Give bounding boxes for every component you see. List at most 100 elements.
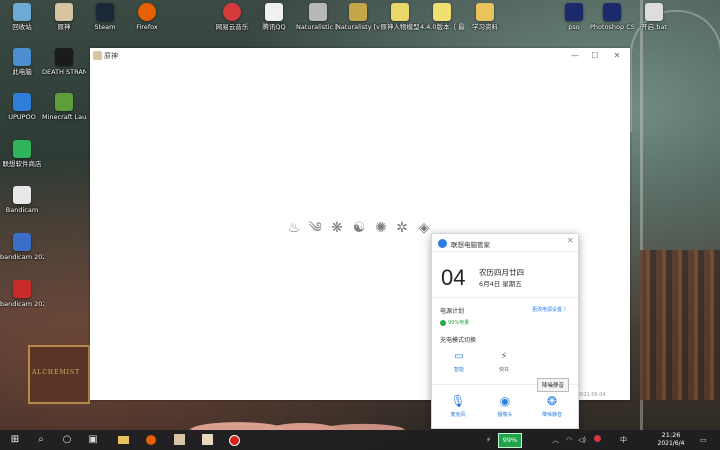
- firefox-icon: [146, 435, 156, 445]
- lenovo-logo-icon: [438, 239, 447, 248]
- power-plug-icon[interactable]: ⚡: [486, 434, 491, 446]
- microphone-toggle[interactable]: 🎙 麦克风: [442, 394, 474, 418]
- cryo-icon: ✲: [396, 220, 408, 236]
- tool-label: 麦克风: [450, 412, 466, 418]
- desktop-icon-lenovo-store[interactable]: 联想软件商店: [0, 140, 44, 168]
- video-file-icon: [13, 233, 31, 251]
- battery-level: 99%电量: [448, 320, 470, 326]
- ime-indicator[interactable]: 中: [620, 434, 627, 446]
- desktop-icon-bandicam-video-1[interactable]: bandicam 2021-06-0...: [0, 233, 44, 261]
- desktop-icon-naturalisty[interactable]: Naturalisty [v2.1.2]: [336, 3, 380, 31]
- search-button[interactable]: ⌕: [34, 433, 48, 447]
- desktop-icon-bat[interactable]: 开启.bat: [632, 3, 676, 31]
- close-button[interactable]: ✕: [610, 50, 624, 62]
- steam-icon: [96, 3, 114, 21]
- recycle-bin-icon: [13, 3, 31, 21]
- divider: [432, 251, 578, 252]
- wallpaper-hands: [160, 400, 420, 430]
- store-icon: [13, 140, 31, 158]
- geo-icon: ◈: [418, 220, 430, 236]
- tray-app-icon[interactable]: [594, 434, 601, 446]
- folder-icon: [349, 3, 367, 21]
- folder-icon: [476, 3, 494, 21]
- battery-status: 99%电量: [440, 319, 469, 326]
- minecraft-icon: [55, 93, 73, 111]
- photoshop-icon: [565, 3, 583, 21]
- hydro-icon: ༄: [308, 220, 322, 236]
- tool-label: 摄像头: [497, 412, 513, 418]
- wifi-icon[interactable]: ◠: [566, 434, 572, 446]
- desktop-icon-version-folder[interactable]: 4.4.0版本（ 最新）: [420, 3, 464, 31]
- computer-icon: [13, 48, 31, 66]
- lenovo-pc-manager-popup[interactable]: 联想电脑管家 ✕ 04 农历四月廿四 6月4日 星期五 电源计划 更改电源设置 …: [431, 233, 579, 429]
- window-titlebar[interactable]: 原神 — ☐ ✕: [90, 48, 630, 64]
- record-icon: [228, 435, 240, 446]
- volume-icon[interactable]: ◁): [578, 434, 586, 446]
- desktop-icon-photoshop[interactable]: Photoshop CS6: [590, 3, 634, 31]
- power-settings-link[interactable]: 更改电源设置 〉: [532, 306, 569, 313]
- weekday-date: 6月4日 星期五: [479, 280, 522, 288]
- taskbar-app-genshin[interactable]: [172, 433, 186, 447]
- desktop-icon-recycle-bin[interactable]: 回收站: [0, 3, 44, 31]
- desktop: ALCHEMIST 回收站 此电脑 UPUPOO 联想软件商店 Bandicam…: [0, 0, 720, 450]
- folder-icon: [391, 3, 409, 21]
- desktop-icon-death-stranding[interactable]: DEATH STRANDING: [42, 48, 86, 76]
- maximize-button[interactable]: ☐: [588, 50, 602, 62]
- pyro-icon: ♨: [287, 220, 301, 236]
- upupoo-icon: [13, 93, 31, 111]
- taskbar-clock[interactable]: 21:26 2021/6/4: [651, 431, 691, 448]
- desktop-icon-upupoo[interactable]: UPUPOO: [0, 93, 44, 121]
- day-number: 04: [441, 265, 466, 290]
- clock-date: 2021/6/4: [657, 440, 685, 447]
- task-view-button[interactable]: ▣: [86, 433, 100, 447]
- taskbar-app-firefox[interactable]: [144, 433, 158, 447]
- window-title: 原神: [104, 52, 118, 60]
- folder-icon: [117, 436, 129, 444]
- video-file-icon: [13, 280, 31, 298]
- microphone-icon: 🎙: [450, 394, 466, 408]
- noise-reduction-toggle[interactable]: ❂ 降噪静音: [536, 394, 568, 418]
- desktop-icon-steam[interactable]: Steam: [83, 3, 127, 31]
- popup-close-button[interactable]: ✕: [567, 236, 574, 245]
- notification-center-button[interactable]: ▭: [700, 434, 707, 446]
- tool-label: 降噪静音: [541, 412, 562, 418]
- genshin-icon: [201, 434, 213, 445]
- charge-mode-fast[interactable]: ⚡ 快充: [489, 351, 519, 373]
- desktop-icon-bandicam-video-2[interactable]: bandicam 2021-06-0...: [0, 280, 44, 308]
- desktop-icon-this-pc[interactable]: 此电脑: [0, 48, 44, 76]
- taskbar-app-bandicam[interactable]: [227, 433, 241, 447]
- genshin-app-icon: [93, 51, 102, 60]
- taskbar-app-genshin-2[interactable]: [200, 433, 214, 447]
- netease-music-icon: [223, 3, 241, 21]
- battery-fast-icon: ⚡: [500, 351, 508, 362]
- battery-dot-icon: [440, 319, 446, 326]
- desktop-icon-netease-music[interactable]: 网易云音乐: [210, 3, 254, 31]
- desktop-icon-naturalistic-zip[interactable]: Naturalistic [v2.1.0].zip: [296, 3, 340, 31]
- show-hidden-icons-button[interactable]: ︿: [552, 434, 559, 446]
- desktop-icon-study[interactable]: 学习资料: [463, 3, 507, 31]
- desktop-icon-qq[interactable]: 腾讯QQ: [252, 3, 296, 31]
- battery-badge[interactable]: 99%: [498, 433, 522, 448]
- desktop-icon-genshin[interactable]: 原神: [42, 3, 86, 31]
- clock-time: 21:26: [661, 431, 681, 439]
- taskbar-app-explorer[interactable]: [116, 433, 130, 447]
- minimize-button[interactable]: —: [568, 50, 582, 62]
- taskbar: ⊞ ⌕ ○ ▣ ⚡ 99% ︿ ◠ ◁) 中 21:26 2021/6/4 ▭: [0, 430, 720, 450]
- camera-icon: ◉: [499, 394, 511, 408]
- tooltip: 降噪静音: [537, 378, 570, 392]
- window-corner-text: 2021.06.04: [577, 392, 606, 398]
- zip-file-icon: [309, 3, 327, 21]
- cortana-button[interactable]: ○: [60, 433, 74, 447]
- desktop-icon-genshin-models[interactable]: 原神人物模型: [378, 3, 422, 31]
- bat-file-icon: [645, 3, 663, 21]
- desktop-icon-minecraft[interactable]: Minecraft Launcher: [42, 93, 86, 121]
- desktop-icon-bandicam[interactable]: Bandicam: [0, 186, 44, 214]
- electro-icon: ☯: [352, 220, 366, 236]
- charge-mode-smart[interactable]: ▭ 智能: [444, 351, 474, 373]
- start-button[interactable]: ⊞: [8, 433, 22, 447]
- folder-icon: [433, 3, 451, 21]
- photoshop-icon: [603, 3, 621, 21]
- camera-toggle[interactable]: ◉ 摄像头: [489, 394, 521, 418]
- desktop-icon-firefox[interactable]: Firefox: [125, 3, 169, 31]
- dendro-icon: ✺: [375, 220, 387, 236]
